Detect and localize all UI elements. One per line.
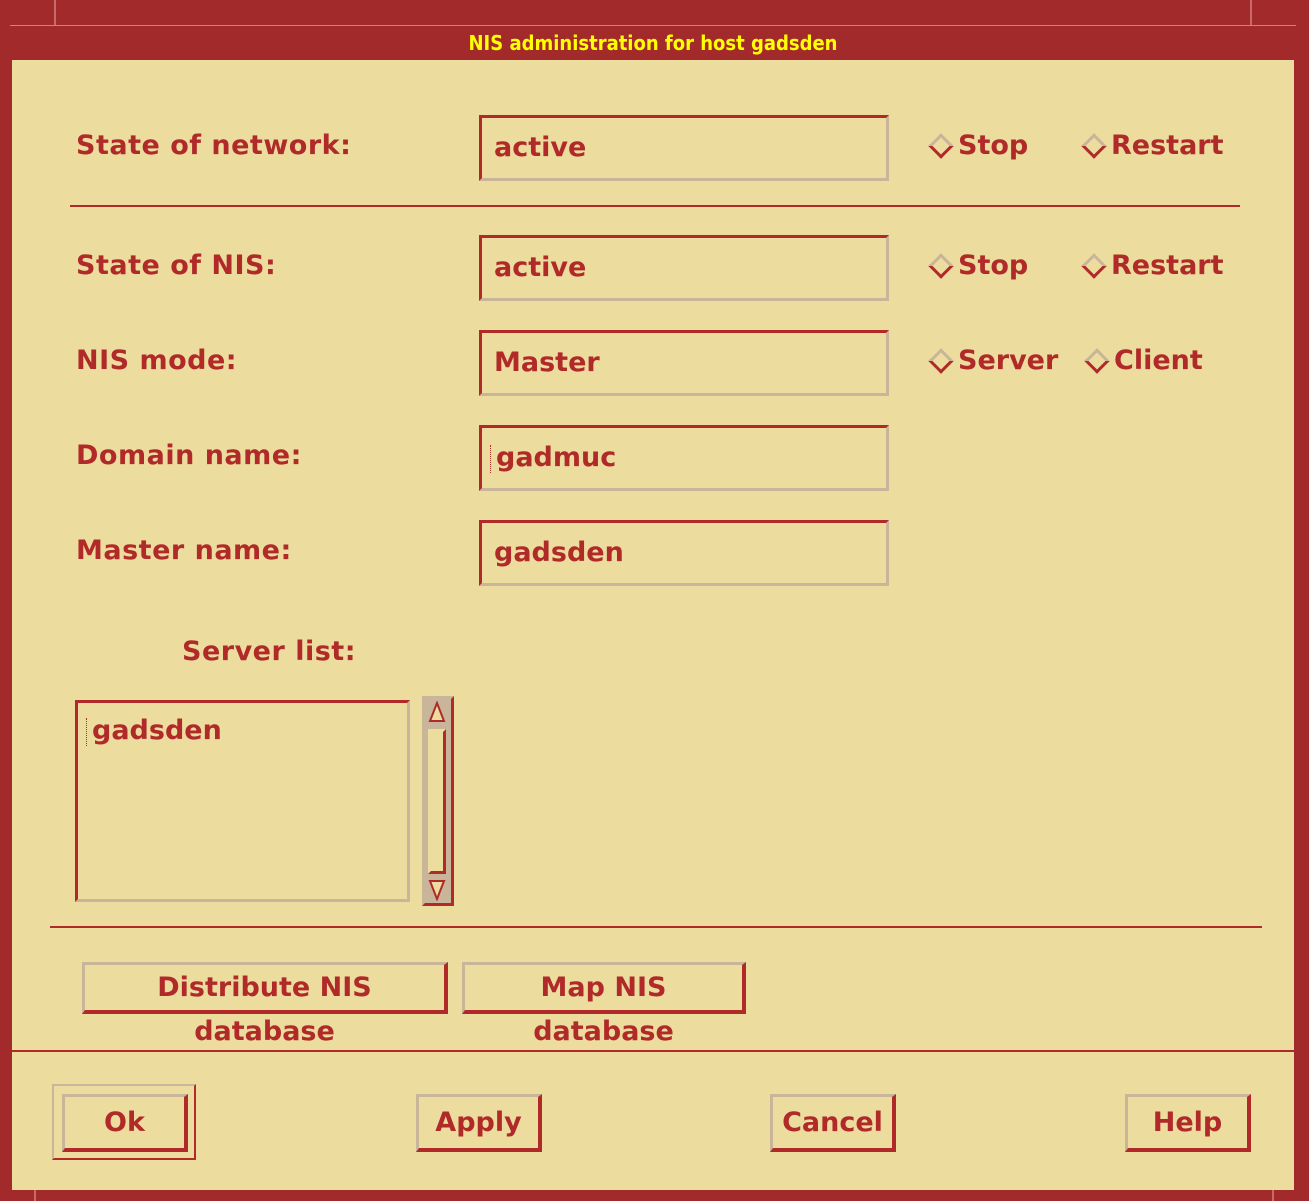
server-list-scrollbar[interactable]	[422, 696, 454, 906]
nis-server-radio[interactable]: Server	[928, 345, 1059, 376]
diamond-radio-icon	[928, 347, 954, 374]
nis-state-label: State of NIS:	[76, 250, 277, 281]
nis-mode-value: Master	[494, 347, 600, 378]
domain-name-input[interactable]: gadmuc	[479, 425, 889, 491]
diamond-radio-icon	[1081, 132, 1107, 159]
nis-mode-field: Master	[479, 330, 889, 396]
nis-mode-label: NIS mode:	[76, 345, 238, 376]
master-name-label: Master name:	[76, 535, 292, 566]
nis-restart-label: Restart	[1111, 250, 1224, 281]
domain-name-label: Domain name:	[76, 440, 302, 471]
server-list-item: gadsden	[92, 715, 222, 746]
network-restart-radio[interactable]: Restart	[1081, 130, 1224, 161]
nis-state-field: active	[479, 235, 889, 301]
server-list[interactable]: gadsden	[75, 700, 410, 902]
diamond-radio-icon	[1081, 252, 1107, 279]
diamond-radio-icon	[928, 132, 954, 159]
section-divider	[70, 205, 1240, 207]
nis-server-label: Server	[958, 345, 1059, 376]
diamond-radio-icon	[1084, 347, 1110, 374]
dialog-body: State of network: active Stop Restart St…	[12, 60, 1294, 1190]
cancel-button[interactable]: Cancel	[770, 1094, 896, 1152]
master-name-value: gadsden	[494, 537, 624, 568]
nis-state-value: active	[494, 252, 587, 283]
scrollbar-thumb[interactable]	[428, 729, 446, 874]
master-name-input[interactable]: gadsden	[479, 520, 889, 586]
nis-client-label: Client	[1114, 345, 1203, 376]
network-restart-label: Restart	[1111, 130, 1224, 161]
network-state-value: active	[494, 132, 587, 163]
domain-name-value: gadmuc	[496, 442, 617, 473]
scroll-up-arrow-icon[interactable]	[428, 701, 446, 723]
nis-stop-label: Stop	[958, 250, 1029, 281]
text-cursor-icon	[490, 444, 494, 473]
window-title[interactable]: NIS administration for host gadsden	[10, 25, 1296, 60]
list-item[interactable]: gadsden	[86, 715, 407, 746]
section-divider	[12, 1050, 1294, 1052]
help-button[interactable]: Help	[1125, 1094, 1251, 1152]
ok-button[interactable]: Ok	[62, 1094, 188, 1152]
window-bottom-border[interactable]	[10, 1190, 1296, 1201]
server-list-label: Server list:	[182, 636, 356, 667]
network-stop-label: Stop	[958, 130, 1029, 161]
nis-stop-radio[interactable]: Stop	[928, 250, 1029, 281]
map-nis-database-button[interactable]: Map NIS database	[462, 962, 746, 1047]
section-divider	[50, 926, 1262, 928]
window-top-border[interactable]	[10, 0, 1296, 25]
scroll-down-arrow-icon[interactable]	[428, 879, 446, 901]
nis-restart-radio[interactable]: Restart	[1081, 250, 1224, 281]
nis-client-radio[interactable]: Client	[1084, 345, 1203, 376]
distribute-nis-database-button[interactable]: Distribute NIS database	[82, 962, 448, 1047]
text-cursor-icon	[86, 717, 90, 746]
network-state-field: active	[479, 115, 889, 181]
diamond-radio-icon	[928, 252, 954, 279]
network-stop-radio[interactable]: Stop	[928, 130, 1029, 161]
apply-button[interactable]: Apply	[416, 1094, 542, 1152]
dialog-window: NIS administration for host gadsden Stat…	[0, 0, 1309, 1201]
network-state-label: State of network:	[76, 130, 352, 161]
